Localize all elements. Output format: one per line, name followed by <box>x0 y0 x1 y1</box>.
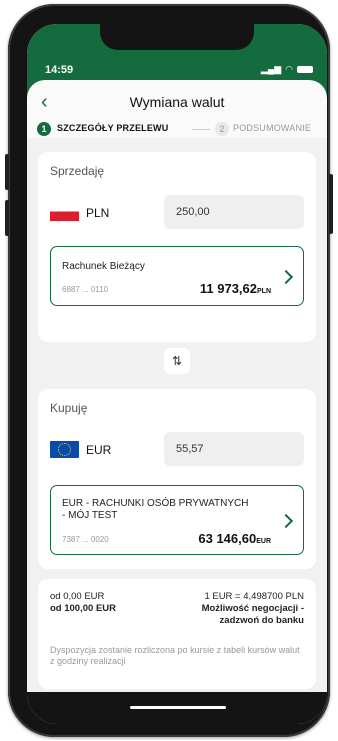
sell-amount-input[interactable]: 250,00 <box>164 195 304 229</box>
volume-down-button <box>5 200 9 236</box>
poland-flag-icon <box>50 204 79 221</box>
volume-up-button <box>5 154 9 190</box>
step-1-number: 1 <box>37 122 51 136</box>
sell-account-balance: 11 973,62PLN <box>200 281 271 296</box>
buy-account-balance: 63 146,60EUR <box>198 531 271 546</box>
home-indicator[interactable] <box>130 706 226 709</box>
sell-account-name: Rachunek Bieżący <box>62 261 145 272</box>
eu-stars-icon <box>58 443 71 456</box>
negotiation-line1: Możliwość negocjacji - <box>201 603 304 614</box>
buy-account-number: 7387 ... 0020 <box>62 535 109 544</box>
battery-icon <box>297 66 313 73</box>
phone-frame: 14:59 ▂▄▆ ◠ ‹ Wymiana walut 1 SZCZEGÓŁY … <box>5 4 333 737</box>
range-to: od 100,00 EUR <box>50 603 116 614</box>
page-title: Wymiana walut <box>129 94 225 110</box>
wifi-icon: ◠ <box>285 64 293 74</box>
buy-balance-currency: EUR <box>256 538 271 545</box>
step-2-label: PODSUMOWANIE <box>233 123 312 133</box>
camera-notch <box>100 24 254 50</box>
buy-account-selector[interactable]: EUR - RACHUNKI OSÓB PRYWATNYCH - MÓJ TES… <box>50 485 304 555</box>
buy-label: Kupuję <box>50 401 88 415</box>
chevron-right-icon <box>278 513 294 529</box>
buy-card: Kupuję EUR 55,57 EUR - RACHUNKI OSÓB PRY… <box>38 389 316 569</box>
app-screen: 14:59 ▂▄▆ ◠ ‹ Wymiana walut 1 SZCZEGÓŁY … <box>27 24 327 724</box>
sell-card: Sprzedaję PLN 250,00 Rachunek Bieżący 68… <box>38 152 316 342</box>
status-time: 14:59 <box>45 64 74 76</box>
sell-account-number: 6887 ... 0110 <box>62 285 109 294</box>
range-from: od 0,00 EUR <box>50 591 105 602</box>
signal-icon: ▂▄▆ <box>260 64 282 74</box>
step-divider <box>192 129 210 130</box>
buy-account-name-line1: EUR - RACHUNKI OSÓB PRYWATNYCH <box>62 498 249 509</box>
sell-currency: PLN <box>86 206 110 220</box>
exchange-rate: 1 EUR = 4,498700 PLN <box>204 591 304 602</box>
sell-balance-currency: PLN <box>257 288 271 295</box>
buy-amount-input[interactable]: 55,57 <box>164 432 304 466</box>
buy-amount-value: 55,57 <box>176 443 204 455</box>
eu-flag-icon <box>50 441 79 458</box>
negotiation-line2: zadzwoń do banku <box>219 615 304 626</box>
buy-balance-amount: 63 146,60 <box>198 531 257 546</box>
settlement-note: Dyspozycja zostanie rozliczona po kursie… <box>50 645 300 666</box>
exchange-rate-card: od 0,00 EUR od 100,00 EUR 1 EUR = 4,4987… <box>38 579 316 689</box>
stepper: 1 SZCZEGÓŁY PRZELEWU 2 PODSUMOWANIE <box>27 120 327 140</box>
sell-balance-amount: 11 973,62 <box>199 281 257 296</box>
step-2-number: 2 <box>215 122 229 136</box>
swap-arrows-icon[interactable]: ⇅ <box>164 348 190 374</box>
sell-amount-value: 250,00 <box>176 206 210 218</box>
step-1-label: SZCZEGÓŁY PRZELEWU <box>57 123 169 133</box>
buy-account-name-line2: - MÓJ TEST <box>62 510 118 521</box>
chevron-right-icon <box>278 269 294 285</box>
sell-label: Sprzedaję <box>50 164 105 178</box>
sell-account-selector[interactable]: Rachunek Bieżący 6887 ... 0110 11 973,62… <box>50 246 304 306</box>
power-button <box>329 174 333 234</box>
buy-currency: EUR <box>86 443 112 457</box>
page-header: ‹ Wymiana walut 1 SZCZEGÓŁY PRZELEWU 2 P… <box>27 80 327 138</box>
